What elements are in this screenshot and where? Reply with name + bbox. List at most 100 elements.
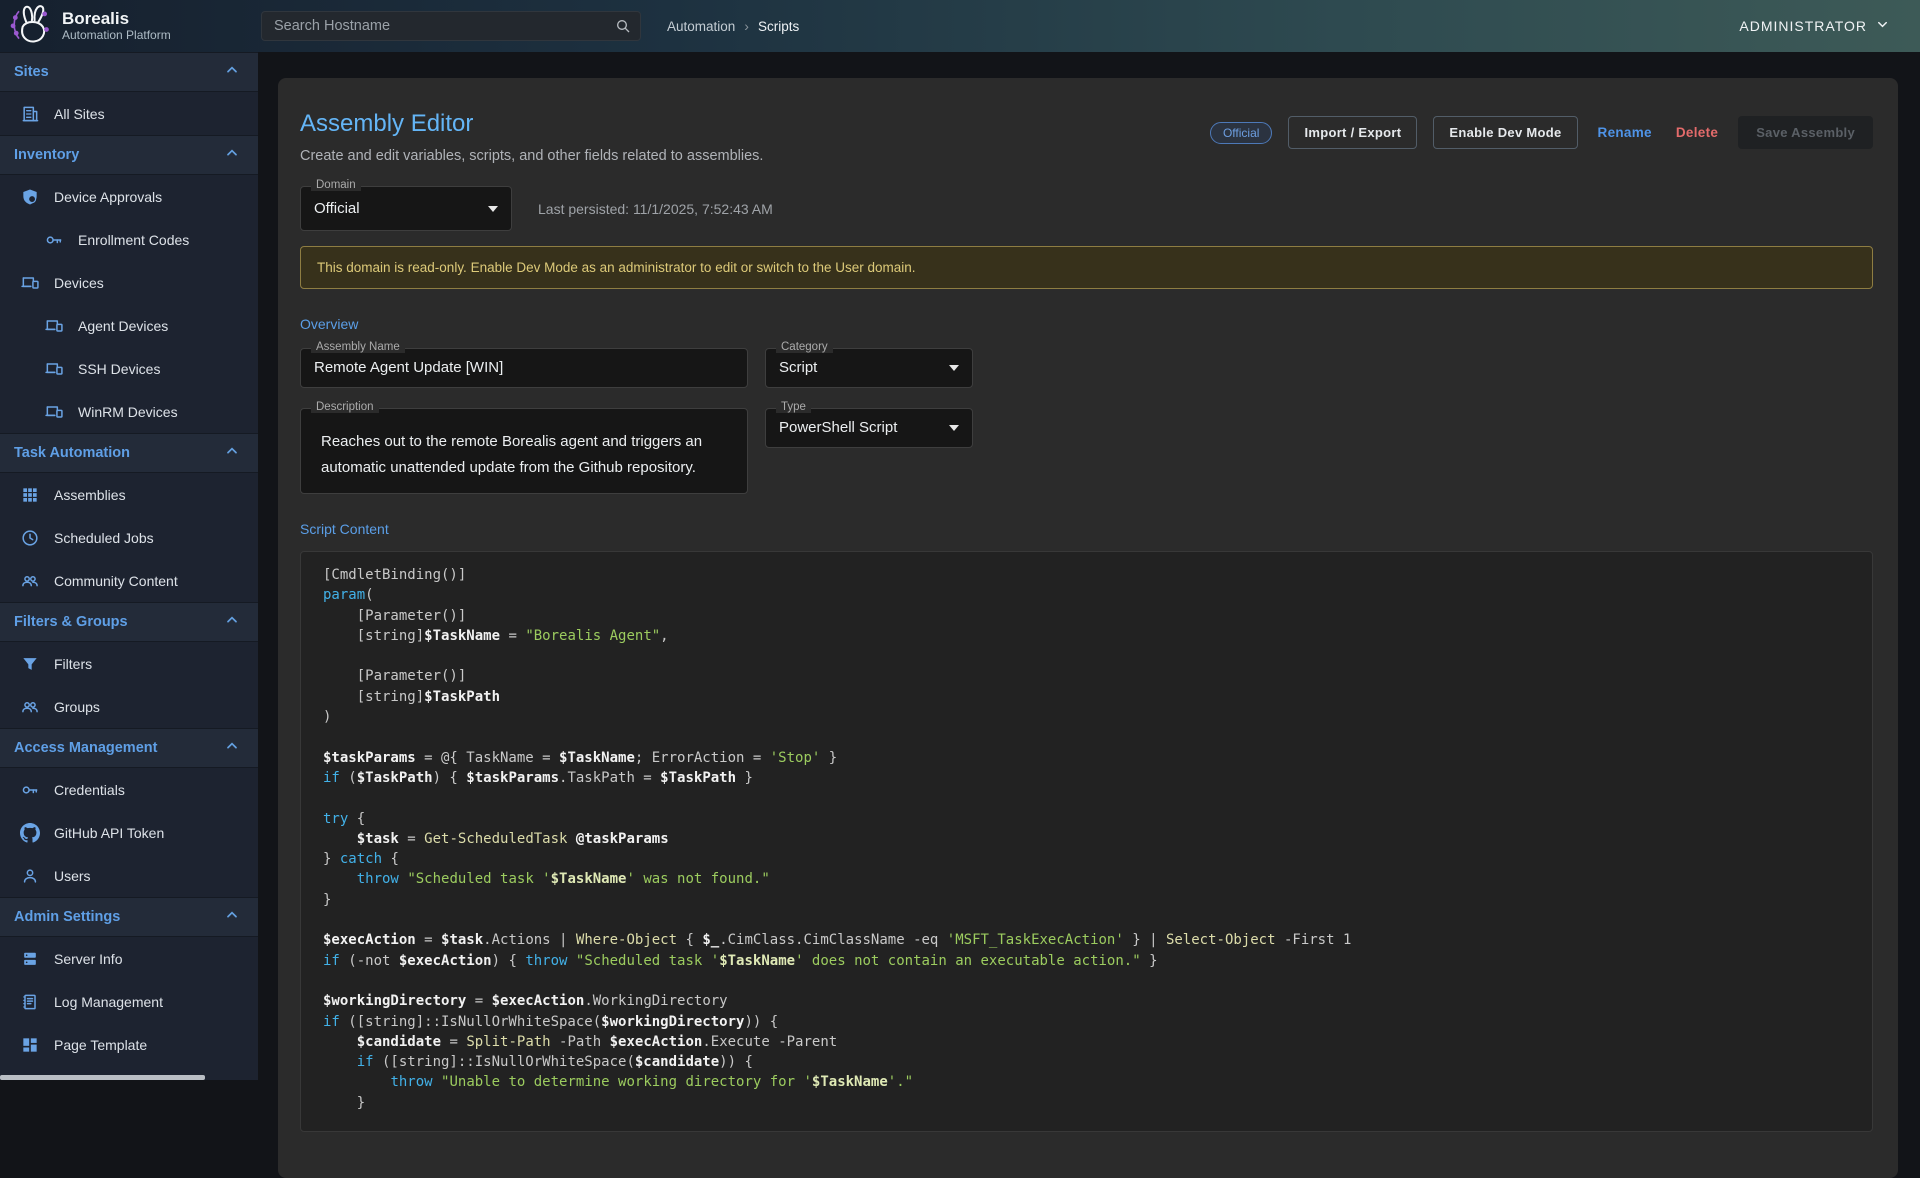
sidebar-item-groups[interactable]: Groups: [0, 685, 258, 728]
breadcrumb: Automation › Scripts: [667, 18, 799, 34]
search-input[interactable]: [261, 11, 641, 41]
sidebar-item-label: Assemblies: [54, 487, 126, 503]
code-line: throw "Scheduled task '$TaskName' was no…: [323, 869, 1854, 889]
people-icon: [20, 697, 40, 717]
sidebar-section-inventory[interactable]: Inventory: [0, 135, 258, 175]
sidebar-item-community-content[interactable]: Community Content: [0, 559, 258, 602]
sidebar-item-credentials[interactable]: Credentials: [0, 768, 258, 811]
sidebar-item-all-sites[interactable]: All Sites: [0, 92, 258, 135]
sidebar-item-label: All Sites: [54, 106, 105, 122]
sidebar-horizontal-scrollbar[interactable]: [0, 1075, 205, 1080]
sidebar-item-label: WinRM Devices: [78, 404, 178, 420]
key-icon: [44, 230, 64, 250]
sidebar-item-agent-devices[interactable]: Agent Devices: [0, 304, 258, 347]
type-select[interactable]: Type PowerShell Script: [765, 408, 973, 448]
code-line: } catch {: [323, 849, 1854, 869]
main-content: Assembly Editor Create and edit variable…: [278, 78, 1898, 1178]
code-line: [string]$TaskPath: [323, 687, 1854, 707]
user-menu[interactable]: ADMINISTRATOR: [1739, 17, 1890, 35]
sidebar-section-admin-settings[interactable]: Admin Settings: [0, 897, 258, 937]
sidebar-item-github-api-token[interactable]: GitHub API Token: [0, 811, 258, 854]
code-line: if (-not $execAction) { throw "Scheduled…: [323, 951, 1854, 971]
sidebar-section-filters-groups[interactable]: Filters & Groups: [0, 602, 258, 642]
sidebar-item-label: Page Template: [54, 1037, 147, 1053]
description-field[interactable]: Description Reaches out to the remote Bo…: [300, 408, 748, 494]
sidebar-item-ssh-devices[interactable]: SSH Devices: [0, 347, 258, 390]
layout-icon: [20, 1035, 40, 1055]
sidebar-item-enrollment-codes[interactable]: Enrollment Codes: [0, 218, 258, 261]
domain-select[interactable]: Domain Official: [300, 186, 512, 231]
assembly-name-value: Remote Agent Update [WIN]: [314, 359, 503, 376]
import-export-button[interactable]: Import / Export: [1288, 116, 1417, 149]
global-search: [261, 11, 641, 41]
code-line: $execAction = $task.Actions | Where-Obje…: [323, 930, 1854, 950]
devices-icon: [44, 359, 64, 379]
sidebar-item-assemblies[interactable]: Assemblies: [0, 473, 258, 516]
rename-button[interactable]: Rename: [1594, 117, 1656, 148]
chevron-down-icon: [1875, 17, 1890, 35]
script-editor[interactable]: [CmdletBinding()]param( [Parameter()] [s…: [300, 551, 1873, 1132]
sidebar-item-filters[interactable]: Filters: [0, 642, 258, 685]
sidebar-section-access-management[interactable]: Access Management: [0, 728, 258, 768]
key-icon: [20, 780, 40, 800]
sidebar-item-server-info[interactable]: Server Info: [0, 937, 258, 980]
clock-icon: [20, 528, 40, 548]
grid-icon: [20, 485, 40, 505]
sidebar-section-label: Filters & Groups: [14, 614, 128, 630]
category-select-label: Category: [776, 341, 833, 353]
last-persisted-text: Last persisted: 11/1/2025, 7:52:43 AM: [538, 201, 773, 217]
assembly-name-label: Assembly Name: [311, 341, 405, 353]
script-content-section-label: Script Content: [300, 521, 1873, 537]
description-label: Description: [311, 401, 379, 413]
description-value: Reaches out to the remote Borealis agent…: [321, 429, 731, 481]
code-line: throw "Unable to determine working direc…: [323, 1072, 1854, 1092]
dropdown-caret-icon: [948, 419, 960, 437]
sidebar-item-label: Filters: [54, 656, 92, 672]
sidebar-item-scheduled-jobs[interactable]: Scheduled Jobs: [0, 516, 258, 559]
sidebar-section-task-automation[interactable]: Task Automation: [0, 433, 258, 473]
github-icon: [20, 823, 40, 843]
sidebar-item-devices[interactable]: Devices: [0, 261, 258, 304]
chevron-up-icon: [224, 443, 240, 464]
type-select-label: Type: [776, 401, 811, 413]
sidebar-item-winrm-devices[interactable]: WinRM Devices: [0, 390, 258, 433]
sidebar-item-label: Log Management: [54, 994, 163, 1010]
sidebar-item-label: Device Approvals: [54, 189, 162, 205]
chevron-up-icon: [224, 907, 240, 928]
code-line: if ([string]::IsNullOrWhiteSpace($workin…: [323, 1012, 1854, 1032]
enable-dev-mode-button[interactable]: Enable Dev Mode: [1433, 116, 1577, 149]
code-line: }: [323, 1093, 1854, 1113]
assembly-name-field[interactable]: Assembly Name Remote Agent Update [WIN]: [300, 348, 748, 388]
sidebar: Sites All Sites Inventory Device Approvals E…: [0, 52, 258, 1080]
sidebar-section-label: Admin Settings: [14, 909, 120, 925]
code-line: $candidate = Split-Path -Path $execActio…: [323, 1032, 1854, 1052]
devices-icon: [44, 316, 64, 336]
code-line: [323, 727, 1854, 747]
sidebar-item-label: GitHub API Token: [54, 825, 164, 841]
code-line: $task = Get-ScheduledTask @taskParams: [323, 829, 1854, 849]
category-select[interactable]: Category Script: [765, 348, 973, 388]
code-line: [Parameter()]: [323, 666, 1854, 686]
sidebar-item-log-management[interactable]: Log Management: [0, 980, 258, 1023]
sidebar-item-users[interactable]: Users: [0, 854, 258, 897]
breadcrumb-scripts[interactable]: Scripts: [758, 19, 799, 34]
delete-button[interactable]: Delete: [1672, 117, 1722, 148]
page-title: Assembly Editor: [300, 110, 763, 138]
sidebar-item-page-template[interactable]: Page Template: [0, 1023, 258, 1066]
sidebar-section-sites[interactable]: Sites: [0, 52, 258, 92]
sidebar-item-device-approvals[interactable]: Device Approvals: [0, 175, 258, 218]
save-assembly-button[interactable]: Save Assembly: [1738, 116, 1873, 149]
code-line: }: [323, 890, 1854, 910]
dropdown-caret-icon: [487, 200, 499, 218]
breadcrumb-automation[interactable]: Automation: [667, 19, 735, 34]
domain-select-value: Official: [314, 200, 360, 217]
brand-logo: Borealis Automation Platform: [0, 2, 258, 51]
devices-icon: [44, 402, 64, 422]
overview-section-label: Overview: [300, 316, 1873, 332]
sidebar-section-label: Inventory: [14, 147, 79, 163]
sidebar-section-label: Sites: [14, 64, 49, 80]
shield-icon: [20, 187, 40, 207]
sidebar-item-label: Server Info: [54, 951, 122, 967]
category-select-value: Script: [779, 359, 817, 376]
sidebar-item-label: Users: [54, 868, 91, 884]
